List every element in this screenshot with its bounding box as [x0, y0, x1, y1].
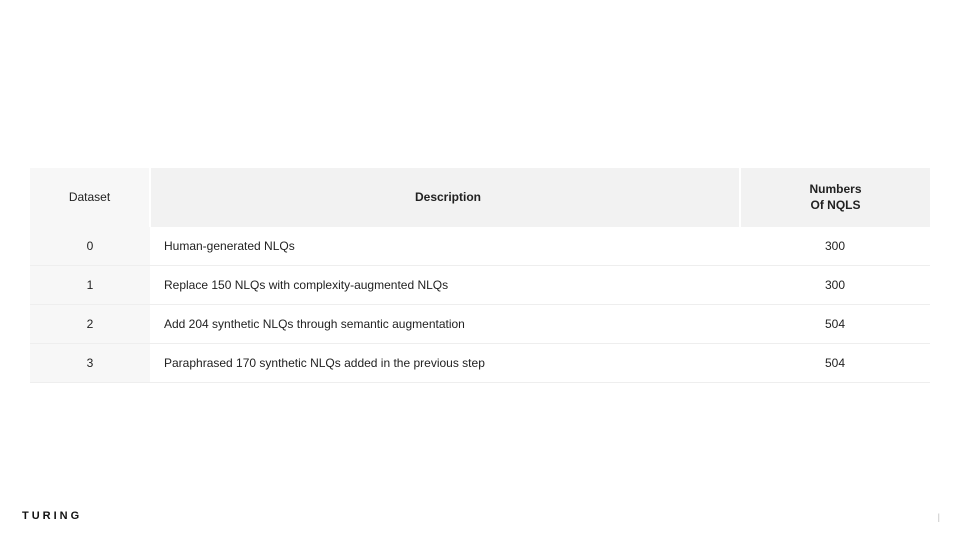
table-row: 1 Replace 150 NLQs with complexity-augme… — [30, 266, 930, 305]
cell-description: Add 204 synthetic NLQs through semantic … — [150, 305, 740, 344]
table-row: 2 Add 204 synthetic NLQs through semanti… — [30, 305, 930, 344]
header-numbers-line1: Numbers — [809, 182, 861, 196]
cell-dataset: 3 — [30, 344, 150, 383]
cell-description: Paraphrased 170 synthetic NLQs added in … — [150, 344, 740, 383]
cell-description: Human-generated NLQs — [150, 227, 740, 266]
cell-dataset: 0 — [30, 227, 150, 266]
header-numbers: Numbers Of NQLS — [740, 168, 930, 227]
cell-description: Replace 150 NLQs with complexity-augment… — [150, 266, 740, 305]
cell-number: 504 — [740, 344, 930, 383]
table-row: 3 Paraphrased 170 synthetic NLQs added i… — [30, 344, 930, 383]
cell-number: 504 — [740, 305, 930, 344]
cell-dataset: 1 — [30, 266, 150, 305]
dataset-table-container: Dataset Description Numbers Of NQLS 0 Hu… — [30, 168, 930, 383]
table-header-row: Dataset Description Numbers Of NQLS — [30, 168, 930, 227]
header-description: Description — [150, 168, 740, 227]
cell-dataset: 2 — [30, 305, 150, 344]
header-numbers-line2: Of NQLS — [811, 198, 861, 212]
brand-logo: TURING — [22, 510, 82, 522]
cell-number: 300 — [740, 266, 930, 305]
footer-mark: | — [938, 512, 940, 522]
header-dataset: Dataset — [30, 168, 150, 227]
cell-number: 300 — [740, 227, 930, 266]
table-row: 0 Human-generated NLQs 300 — [30, 227, 930, 266]
dataset-table: Dataset Description Numbers Of NQLS 0 Hu… — [30, 168, 930, 383]
